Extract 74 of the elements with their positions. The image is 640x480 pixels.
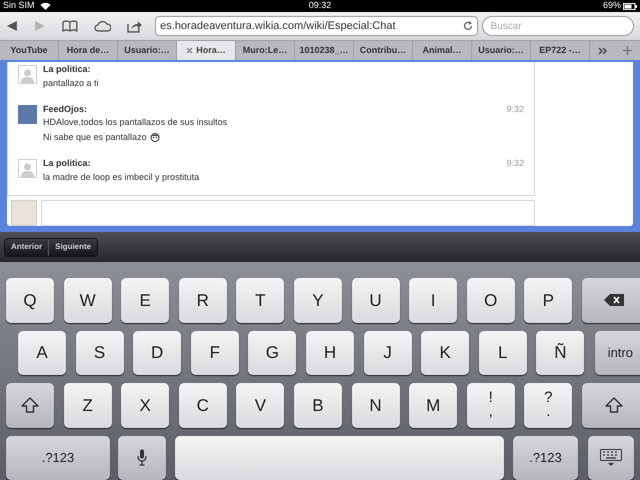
- form-nav-button[interactable]: Anterior: [5, 238, 48, 256]
- message-input[interactable]: [41, 200, 535, 226]
- microphone-icon: [137, 449, 147, 466]
- message-text: HDAlove,todos los pantallazos de sus insultos: [43, 117, 228, 128]
- avatar-icon: [18, 65, 37, 84]
- numbers-key[interactable]: .?123: [6, 436, 110, 480]
- key[interactable]: F: [190, 330, 239, 375]
- key[interactable]: L: [478, 330, 527, 375]
- key[interactable]: E: [121, 278, 170, 322]
- key[interactable]: M: [409, 383, 458, 428]
- battery-text: 69%: [602, 0, 621, 12]
- key[interactable]: K: [421, 330, 470, 375]
- shift-key[interactable]: [6, 383, 54, 428]
- message-text: la madre de loop es imbecil y prostituta: [43, 172, 200, 182]
- key[interactable]: Z: [64, 383, 112, 428]
- close-icon[interactable]: [186, 47, 194, 54]
- shift-icon: [605, 397, 624, 414]
- timestamp: 9:32: [506, 102, 524, 116]
- dictation-key[interactable]: [118, 436, 166, 480]
- key[interactable]: B: [294, 383, 342, 428]
- back-icon[interactable]: [6, 20, 18, 32]
- wifi-icon: [40, 2, 51, 10]
- form-nav-button[interactable]: Siguiente: [48, 238, 98, 256]
- username: La politica:: [43, 157, 91, 170]
- message-text: Ni sabe que es pantallazo: [43, 132, 147, 143]
- photo-placeholder: [18, 104, 37, 124]
- key[interactable]: I: [409, 278, 458, 322]
- browser-tab[interactable]: Hora…: [177, 41, 236, 60]
- key[interactable]: N: [352, 383, 400, 428]
- key[interactable]: V: [236, 383, 284, 428]
- key[interactable]: J: [364, 330, 412, 375]
- key[interactable]: D: [133, 330, 182, 375]
- key[interactable]: C: [178, 383, 227, 428]
- share-icon[interactable]: [127, 20, 144, 32]
- timestamp: 9:32: [506, 157, 524, 170]
- key[interactable]: X: [121, 383, 170, 428]
- key[interactable]: H: [306, 330, 354, 375]
- message-text: pantallazo a ti: [43, 78, 99, 88]
- bookmarks-icon[interactable]: [62, 20, 78, 32]
- key[interactable]: Q: [6, 278, 54, 322]
- key[interactable]: A: [18, 330, 66, 375]
- delete-key[interactable]: [582, 278, 640, 322]
- key[interactable]: Y: [294, 278, 342, 322]
- photo-placeholder: [11, 200, 37, 226]
- avatar-icon: [18, 159, 37, 178]
- key[interactable]: U: [352, 278, 400, 322]
- hide-keyboard-key[interactable]: [588, 436, 634, 480]
- shift-key[interactable]: [582, 383, 640, 428]
- more-tabs-icon[interactable]: [598, 46, 607, 54]
- keyboard-hide-icon: [600, 448, 622, 467]
- key[interactable]: G: [248, 330, 296, 375]
- reload-icon[interactable]: [462, 21, 473, 31]
- key[interactable]: ! ,: [466, 383, 515, 428]
- key[interactable]: ? .: [524, 383, 572, 428]
- return-key[interactable]: intro: [595, 330, 640, 375]
- carrier-text: Sin SIM: [3, 0, 35, 12]
- address-field[interactable]: es.horadeaventura.wikia.com/wiki/Especial:Chat: [155, 16, 478, 36]
- search-field[interactable]: Buscar: [482, 16, 634, 36]
- cloud-icon[interactable]: [94, 20, 112, 32]
- key[interactable]: P: [524, 278, 572, 322]
- numbers-key[interactable]: .?123: [513, 436, 578, 480]
- clock-text: 09:32: [308, 0, 332, 12]
- key[interactable]: W: [64, 278, 112, 322]
- shift-icon: [21, 397, 39, 414]
- delete-icon: [604, 294, 624, 306]
- key[interactable]: S: [76, 330, 124, 375]
- key[interactable]: O: [466, 278, 515, 322]
- key[interactable]: T: [236, 278, 284, 322]
- meme-face-icon: [150, 133, 160, 142]
- username: La politica:: [43, 63, 91, 76]
- key[interactable]: R: [178, 278, 227, 322]
- key[interactable]: Ñ: [536, 330, 584, 375]
- battery-icon: [623, 2, 637, 10]
- username: FeedOjos:: [43, 102, 88, 116]
